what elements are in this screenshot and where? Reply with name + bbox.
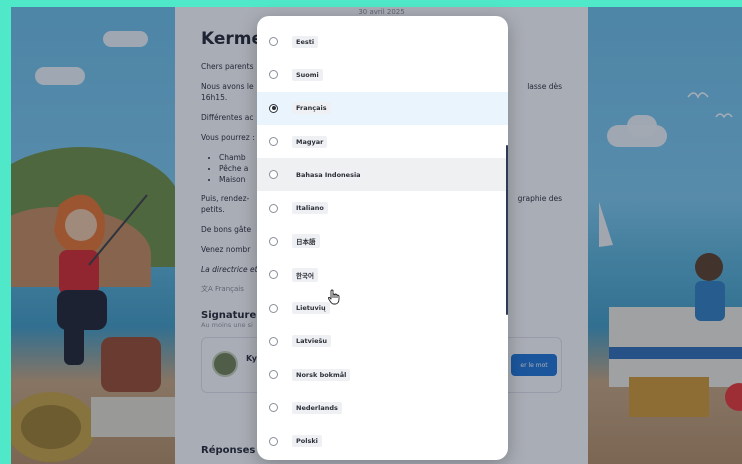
radio-button[interactable]	[269, 137, 278, 147]
radio-button[interactable]	[269, 170, 278, 180]
language-option-norsk-bokmal[interactable]: Norsk bokmål	[257, 358, 508, 391]
hand-pointer-icon	[328, 289, 340, 305]
language-option-suomi[interactable]: Suomi	[257, 58, 508, 91]
language-option-latviesu[interactable]: Latviešu	[257, 325, 508, 358]
scrollbar-thumb[interactable]	[506, 145, 508, 315]
language-label: Magyar	[292, 135, 328, 148]
radio-button[interactable]	[269, 370, 278, 380]
language-label: Bahasa Indonesia	[292, 168, 365, 181]
language-option-bahasa-indonesia[interactable]: Bahasa Indonesia	[257, 158, 508, 192]
language-option-polski[interactable]: Polski	[257, 425, 508, 458]
radio-button[interactable]	[269, 403, 278, 413]
language-option-japanese[interactable]: 日本語	[257, 225, 508, 258]
radio-button[interactable]	[269, 336, 278, 346]
language-option-italiano[interactable]: Italiano	[257, 191, 508, 224]
language-option-francais[interactable]: Français	[257, 91, 508, 125]
language-label: Italiano	[292, 202, 328, 215]
language-label: Nederlands	[292, 401, 342, 414]
language-label: Français	[292, 102, 331, 115]
language-option-korean[interactable]: 한국어	[257, 258, 508, 291]
radio-button[interactable]	[269, 203, 278, 213]
radio-button[interactable]	[269, 270, 278, 280]
language-label: Eesti	[292, 35, 319, 48]
language-label: 日本語	[292, 234, 320, 249]
language-selector-modal: Eesti Suomi Français Magyar Bahasa Indon…	[257, 16, 508, 460]
language-option-magyar[interactable]: Magyar	[257, 125, 508, 158]
language-label: Lietuvių	[292, 302, 330, 315]
language-option-nederlands[interactable]: Nederlands	[257, 391, 508, 424]
radio-button-selected[interactable]	[269, 103, 278, 113]
language-label: Latviešu	[292, 335, 332, 348]
language-label: Suomi	[292, 68, 323, 81]
radio-button[interactable]	[269, 303, 278, 313]
language-label: 한국어	[292, 267, 318, 282]
language-label: Polski	[292, 435, 322, 448]
radio-button[interactable]	[269, 436, 278, 446]
language-option-eesti[interactable]: Eesti	[257, 25, 508, 58]
language-option-lietuviu[interactable]: Lietuvių	[257, 291, 508, 324]
radio-button[interactable]	[269, 37, 278, 47]
radio-button[interactable]	[269, 236, 278, 246]
radio-button[interactable]	[269, 70, 278, 80]
language-label: Norsk bokmål	[292, 368, 351, 381]
